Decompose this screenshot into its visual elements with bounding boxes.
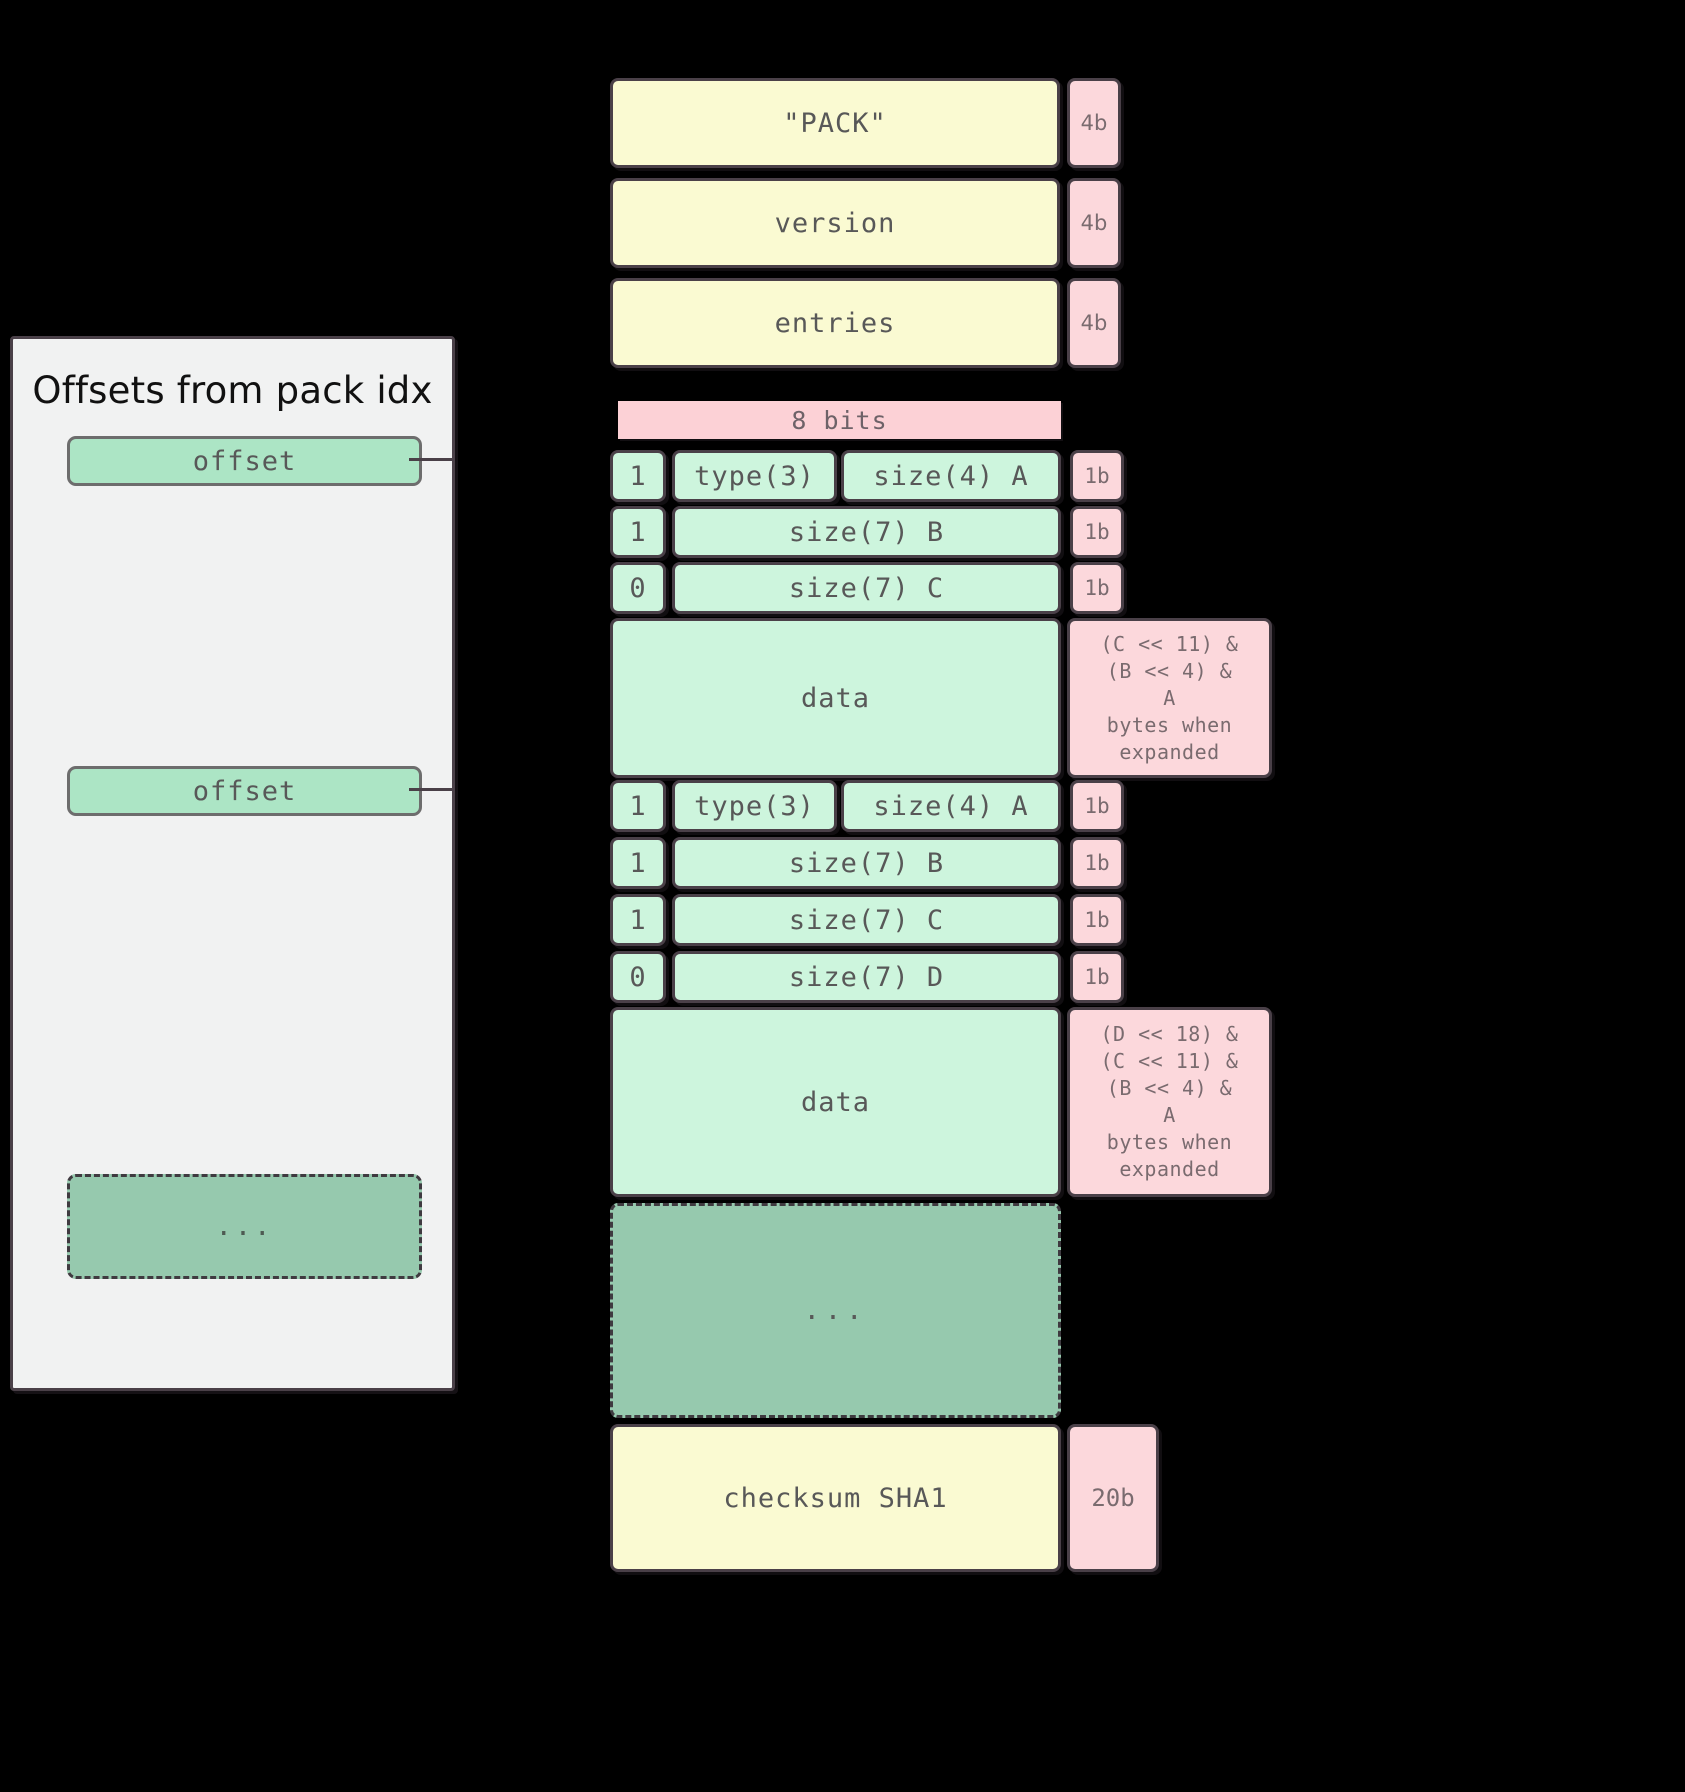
obj1-row2-flag: 1: [610, 506, 666, 558]
size-tag-version: 4b: [1067, 178, 1121, 268]
checksum-block: checksum SHA1: [610, 1424, 1061, 1572]
size-label: 1b: [1084, 794, 1110, 818]
flag-value: 1: [629, 904, 647, 936]
size-tag-entries: 4b: [1067, 278, 1121, 368]
obj2-row3-size: size(7) C: [672, 894, 1061, 946]
obj2-row1-size-tag: 1b: [1070, 780, 1124, 832]
offsets-panel: Offsets from pack idx offset offset ...: [10, 336, 455, 1391]
field-label: size(7) C: [788, 572, 945, 604]
obj1-row1-flag: 1: [610, 450, 666, 502]
offset-box-1[interactable]: offset: [67, 436, 422, 486]
obj1-data-block: data: [610, 618, 1061, 778]
connector-line-offset-1: [409, 458, 455, 461]
header-label: entries: [774, 307, 896, 339]
obj2-expanded-size-annotation: (D << 18) & (C << 11) & (B << 4) & A byt…: [1067, 1007, 1272, 1197]
size-label: 4b: [1080, 211, 1108, 235]
annotation-text: (C << 11) & (B << 4) & A bytes when expa…: [1100, 631, 1239, 764]
obj2-row3-flag: 1: [610, 894, 666, 946]
obj1-row1-size-tag: 1b: [1070, 450, 1124, 502]
obj2-row2-size-tag: 1b: [1070, 837, 1124, 889]
packfile-layout: "PACK" 4b version 4b entries 4b 8 bits 1…: [610, 0, 1610, 1792]
flag-value: 1: [629, 847, 647, 879]
size-label: 1b: [1084, 520, 1110, 544]
field-label: size(7) B: [788, 516, 945, 548]
data-label: data: [800, 1086, 871, 1118]
field-label: size(7) C: [788, 904, 945, 936]
size-label: 1b: [1084, 908, 1110, 932]
obj2-row4-flag: 0: [610, 951, 666, 1003]
ellipsis-label: ...: [215, 1211, 274, 1242]
flag-value: 0: [629, 572, 647, 604]
obj1-row3-flag: 0: [610, 562, 666, 614]
obj1-row2-size-tag: 1b: [1070, 506, 1124, 558]
diagram-canvas: Offsets from pack idx offset offset ... …: [0, 0, 1685, 1792]
obj2-row3-size-tag: 1b: [1070, 894, 1124, 946]
field-label: type(3): [694, 460, 815, 492]
connector-line-offset-2: [409, 788, 455, 791]
flag-value: 1: [629, 516, 647, 548]
offset-box-2[interactable]: offset: [67, 766, 422, 816]
flag-value: 0: [629, 961, 647, 993]
checksum-label: checksum SHA1: [723, 1482, 948, 1514]
ellipsis-label: ...: [803, 1295, 868, 1326]
packfile-header-version: version: [610, 178, 1060, 268]
field-label: size(7) D: [788, 961, 945, 993]
field-label: size(7) B: [788, 847, 945, 879]
offsets-ellipsis-box: ...: [67, 1174, 422, 1279]
obj1-row3-size: size(7) C: [672, 562, 1061, 614]
packfile-ellipsis-box: ...: [610, 1203, 1061, 1418]
obj2-row4-size: size(7) D: [672, 951, 1061, 1003]
size-label: 1b: [1084, 576, 1110, 600]
size-label: 4b: [1080, 111, 1108, 135]
annotation-text: (D << 18) & (C << 11) & (B << 4) & A byt…: [1100, 1022, 1239, 1181]
obj2-data-block: data: [610, 1007, 1061, 1197]
obj2-row4-size-tag: 1b: [1070, 951, 1124, 1003]
size-label: 1b: [1084, 464, 1110, 488]
obj2-row1-flag: 1: [610, 780, 666, 832]
bits-label: 8 bits: [791, 405, 888, 435]
size-tag-magic: 4b: [1067, 78, 1121, 168]
page-title: Offsets from pack idx: [32, 369, 433, 412]
size-label: 20b: [1091, 1484, 1135, 1512]
packfile-header-magic: "PACK": [610, 78, 1060, 168]
obj2-row1-size: size(4) A: [841, 780, 1061, 832]
field-label: size(4) A: [873, 790, 1029, 822]
obj1-row3-size-tag: 1b: [1070, 562, 1124, 614]
obj1-row1-type: type(3): [672, 450, 837, 502]
checksum-size-tag: 20b: [1067, 1424, 1159, 1572]
size-label: 1b: [1084, 851, 1110, 875]
offset-label: offset: [192, 445, 297, 477]
obj1-expanded-size-annotation: (C << 11) & (B << 4) & A bytes when expa…: [1067, 618, 1272, 778]
obj2-row1-type: type(3): [672, 780, 837, 832]
bits-width-bar: 8 bits: [618, 401, 1061, 439]
obj2-row2-flag: 1: [610, 837, 666, 889]
size-label: 1b: [1084, 965, 1110, 989]
flag-value: 1: [629, 790, 647, 822]
obj1-row1-size: size(4) A: [841, 450, 1061, 502]
flag-value: 1: [629, 460, 647, 492]
obj2-row2-size: size(7) B: [672, 837, 1061, 889]
field-label: size(4) A: [873, 460, 1029, 492]
size-label: 4b: [1080, 311, 1108, 335]
offset-label: offset: [192, 775, 297, 807]
data-label: data: [800, 682, 871, 714]
field-label: type(3): [694, 790, 815, 822]
obj1-row2-size: size(7) B: [672, 506, 1061, 558]
packfile-header-entries: entries: [610, 278, 1060, 368]
header-label: "PACK": [783, 107, 887, 139]
header-label: version: [774, 207, 896, 239]
